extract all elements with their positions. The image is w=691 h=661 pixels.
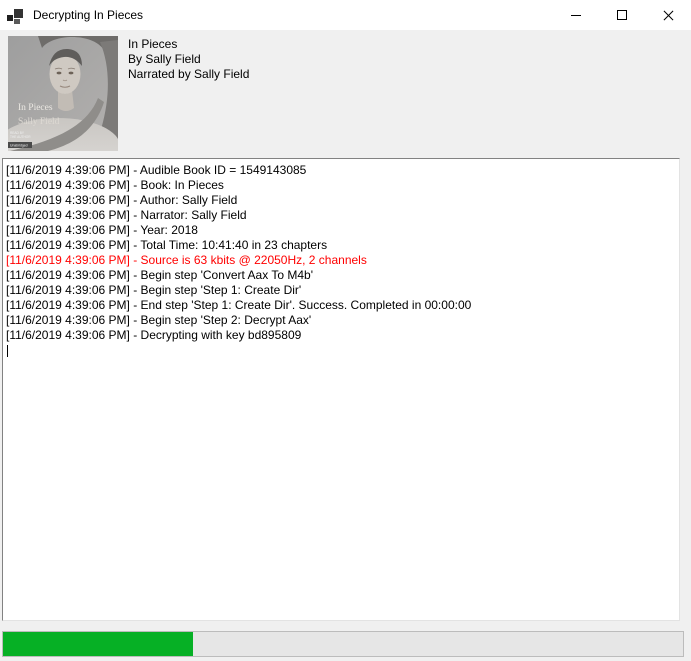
app-icon-block bbox=[14, 19, 20, 24]
log-line: [11/6/2019 4:39:06 PM] - Year: 2018 bbox=[6, 223, 677, 238]
maximize-icon bbox=[617, 10, 627, 20]
progress-bar bbox=[2, 631, 684, 657]
minimize-icon bbox=[571, 15, 581, 16]
cover-author-text: Sally Field bbox=[18, 117, 60, 127]
app-window: Decrypting In Pieces bbox=[0, 0, 691, 661]
text-caret bbox=[7, 345, 8, 357]
log-line: [11/6/2019 4:39:06 PM] - Source is 63 kb… bbox=[6, 253, 677, 268]
log-line: [11/6/2019 4:39:06 PM] - Author: Sally F… bbox=[6, 193, 677, 208]
close-icon bbox=[663, 10, 673, 20]
cover-title-text: In Pieces bbox=[18, 103, 53, 113]
book-narrator-line: Narrated by Sally Field bbox=[128, 67, 249, 82]
log-line: [11/6/2019 4:39:06 PM] - Decrypting with… bbox=[6, 328, 677, 343]
log-line: [11/6/2019 4:39:06 PM] - Begin step 'Ste… bbox=[6, 313, 677, 328]
log-line: [11/6/2019 4:39:06 PM] - Narrator: Sally… bbox=[6, 208, 677, 223]
book-title: In Pieces bbox=[128, 37, 249, 52]
log-line: [11/6/2019 4:39:06 PM] - Begin step 'Ste… bbox=[6, 283, 677, 298]
log-line: [11/6/2019 4:39:06 PM] - Begin step 'Con… bbox=[6, 268, 677, 283]
close-button[interactable] bbox=[645, 0, 691, 30]
app-icon-block bbox=[7, 15, 13, 21]
cover-eye-left bbox=[57, 72, 62, 75]
log-textbox[interactable]: [11/6/2019 4:39:06 PM] - Audible Book ID… bbox=[2, 158, 680, 621]
maximize-button[interactable] bbox=[599, 0, 645, 30]
minimize-button[interactable] bbox=[553, 0, 599, 30]
titlebar[interactable]: Decrypting In Pieces bbox=[0, 0, 691, 30]
window-controls bbox=[553, 0, 691, 30]
cover-readby-line2: THE AUTHOR bbox=[10, 135, 31, 139]
window-title: Decrypting In Pieces bbox=[33, 0, 553, 30]
log-line: [11/6/2019 4:39:06 PM] - End step 'Step … bbox=[6, 298, 677, 313]
log-caret-line bbox=[6, 343, 677, 358]
cover-eye-right bbox=[69, 72, 74, 75]
log-line: [11/6/2019 4:39:06 PM] - Audible Book ID… bbox=[6, 163, 677, 178]
book-info: In Pieces By Sally Field Narrated by Sal… bbox=[128, 37, 249, 82]
app-icon bbox=[7, 7, 24, 24]
progress-fill bbox=[3, 632, 193, 656]
book-cover-image: In Pieces Sally Field READ BY THE AUTHOR… bbox=[8, 36, 118, 151]
log-line: [11/6/2019 4:39:06 PM] - Book: In Pieces bbox=[6, 178, 677, 193]
cover-edition-text: Unabridged bbox=[10, 144, 28, 148]
log-line: [11/6/2019 4:39:06 PM] - Total Time: 10:… bbox=[6, 238, 677, 253]
app-icon-block bbox=[14, 9, 23, 18]
book-author-line: By Sally Field bbox=[128, 52, 249, 67]
